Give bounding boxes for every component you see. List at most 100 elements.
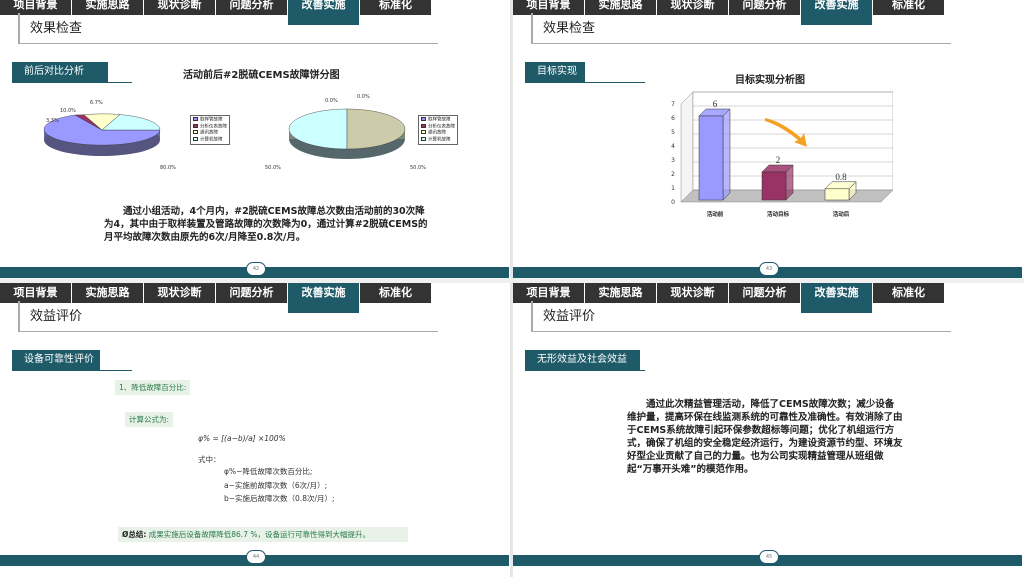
bar-value-label: 0.8 <box>835 172 847 182</box>
tag-underline <box>12 82 132 83</box>
y-tick-label: 2 <box>671 171 675 178</box>
y-tick-label: 7 <box>671 101 675 108</box>
bar-value-label: 6 <box>713 99 718 109</box>
chart-title: 目标实现分析图 <box>735 75 805 86</box>
title-bar <box>531 301 533 331</box>
tag-underline <box>525 82 645 83</box>
pie1-label: 10.0% <box>60 108 76 114</box>
section-tag: 前后对比分析 <box>12 62 108 82</box>
x-tick-label: 活动前 <box>707 210 724 218</box>
nav-bar: 项目背景 实施思路 现状诊断 问题分析 改善实施 标准化 <box>0 283 432 313</box>
slide-42[interactable]: 项目背景 实施思路 现状诊断 问题分析 改善实施 标准化 效果检查 前后对比分析… <box>0 0 509 278</box>
tab-standardization[interactable]: 标准化 <box>873 283 945 303</box>
tag-underline <box>525 370 645 371</box>
bar-chart: 0 1 2 3 4 5 6 7 6 活动前 2 活动目标 0.8 活动后 <box>671 91 893 218</box>
nav-bar: 项目背景 实施思路 现状诊断 问题分析 改善实施 标准化 <box>0 0 432 25</box>
definition: b−实施后故障次数（0.8次/月）; <box>224 494 335 503</box>
tab-diagnosis[interactable]: 现状诊断 <box>657 0 729 15</box>
title-underline <box>531 331 951 332</box>
slide-title: 效益评价 <box>543 309 596 324</box>
tab-background[interactable]: 项目背景 <box>0 0 72 15</box>
tab-approach[interactable]: 实施思路 <box>585 0 657 15</box>
tab-approach[interactable]: 实施思路 <box>72 283 144 303</box>
summary-lead: Ø总结: <box>122 530 147 539</box>
tab-background[interactable]: 项目背景 <box>0 283 72 303</box>
tab-improvement[interactable]: 改善实施 <box>288 283 360 313</box>
tab-analysis[interactable]: 问题分析 <box>729 0 801 15</box>
bar <box>761 171 787 201</box>
slide-43[interactable]: 项目背景 实施思路 现状诊断 问题分析 改善实施 标准化 效果检查 目标实现 目… <box>513 0 1022 278</box>
slide-44[interactable]: 项目背景 实施思路 现状诊断 问题分析 改善实施 标准化 效益评价 设备可靠性评… <box>0 283 509 566</box>
y-tick-label: 6 <box>671 115 675 122</box>
bar-side <box>722 108 731 201</box>
definition: φ%−降低故障次数百分比; <box>224 467 313 476</box>
tab-improvement[interactable]: 改善实施 <box>801 0 873 25</box>
tab-analysis[interactable]: 问题分析 <box>216 283 288 303</box>
pie1-label: 3.3% <box>46 118 59 124</box>
pie2-label: 50.0% <box>265 165 281 171</box>
slide-title: 效益评价 <box>30 309 83 324</box>
tab-analysis[interactable]: 问题分析 <box>729 283 801 303</box>
section-tag: 设备可靠性评价 <box>12 350 100 370</box>
y-tick-label: 3 <box>671 157 675 164</box>
tab-background[interactable]: 项目背景 <box>513 0 585 15</box>
y-tick-label: 5 <box>671 129 675 136</box>
definition: a−实施前故障次数（6次/月）; <box>224 481 328 490</box>
pie1-label: 80.0% <box>160 165 176 171</box>
slide-45[interactable]: 项目背景 实施思路 现状诊断 问题分析 改善实施 标准化 效益评价 无形效益及社… <box>513 283 1022 566</box>
tab-improvement[interactable]: 改善实施 <box>288 0 360 25</box>
section-tag: 目标实现 <box>525 62 585 82</box>
nav-bar: 项目背景 实施思路 现状诊断 问题分析 改善实施 标准化 <box>513 283 945 313</box>
bar <box>698 115 724 201</box>
pie-chart-after <box>288 108 406 159</box>
bar-value-label: 2 <box>776 155 781 165</box>
page-number: 44 <box>246 550 266 564</box>
x-tick-label: 活动后 <box>833 210 850 218</box>
slide-title: 效果检查 <box>30 21 83 36</box>
pie2-label: 0.0% <box>325 98 338 104</box>
body-text: 通过此次精益管理活动，降低了CEMS故障次数；减少设备维护量，提高环保在线监测系… <box>627 399 903 475</box>
formula: φ% = [(a−b)/a] ×100% <box>198 434 286 443</box>
x-tick-label: 活动目标 <box>767 210 790 218</box>
item-heading: 1、降低故障百分比: <box>115 380 191 395</box>
page-number: 42 <box>246 262 266 276</box>
tab-diagnosis[interactable]: 现状诊断 <box>144 0 216 15</box>
tab-approach[interactable]: 实施思路 <box>585 283 657 303</box>
page-number: 45 <box>759 550 779 564</box>
section-tag: 无形效益及社会效益 <box>525 350 640 370</box>
y-tick-label: 1 <box>671 185 675 192</box>
where-label: 式中： <box>198 455 221 464</box>
tab-standardization[interactable]: 标准化 <box>360 283 432 303</box>
summary: Ø总结: 成果实施后设备故障降低86.7 %，设备运行可靠性得到大幅提升。 <box>118 527 408 542</box>
tab-background[interactable]: 项目背景 <box>513 283 585 303</box>
tab-analysis[interactable]: 问题分析 <box>216 0 288 15</box>
pie-chart-before <box>43 113 161 156</box>
bar <box>824 188 850 201</box>
title-underline <box>531 43 951 44</box>
pie1-legend: 取样管故障 分析仪表故障 通讯故障 计算机故障 <box>190 115 230 145</box>
title-underline <box>18 43 438 44</box>
pie2-label: 0.0% <box>357 94 370 100</box>
pie2-legend: 取样管故障 分析仪表故障 通讯故障 计算机故障 <box>418 115 458 145</box>
y-tick-label: 0 <box>671 199 675 206</box>
tab-diagnosis[interactable]: 现状诊断 <box>144 283 216 303</box>
body-text: 通过小组活动，4个月内，#2脱硫CEMS故障总次数由活动前的30次降为4，其中由… <box>104 206 428 243</box>
tab-standardization[interactable]: 标准化 <box>873 0 945 15</box>
title-bar <box>531 13 533 43</box>
tag-underline <box>12 370 132 371</box>
tab-standardization[interactable]: 标准化 <box>360 0 432 15</box>
slide-title: 效果检查 <box>543 21 596 36</box>
chart-title: 活动前后#2脱硫CEMS故障饼分图 <box>183 70 340 81</box>
tab-approach[interactable]: 实施思路 <box>72 0 144 15</box>
nav-bar: 项目背景 实施思路 现状诊断 问题分析 改善实施 标准化 <box>513 0 945 25</box>
title-underline <box>18 331 438 332</box>
page-number: 43 <box>759 262 779 276</box>
formula-label: 计算公式为: <box>125 412 174 427</box>
tab-diagnosis[interactable]: 现状诊断 <box>657 283 729 303</box>
pie1-label: 6.7% <box>90 100 103 106</box>
tab-improvement[interactable]: 改善实施 <box>801 283 873 313</box>
y-tick-label: 4 <box>671 143 675 150</box>
summary-text: 成果实施后设备故障降低86.7 %，设备运行可靠性得到大幅提升。 <box>148 530 370 539</box>
title-bar <box>18 13 20 43</box>
title-bar <box>18 301 20 331</box>
